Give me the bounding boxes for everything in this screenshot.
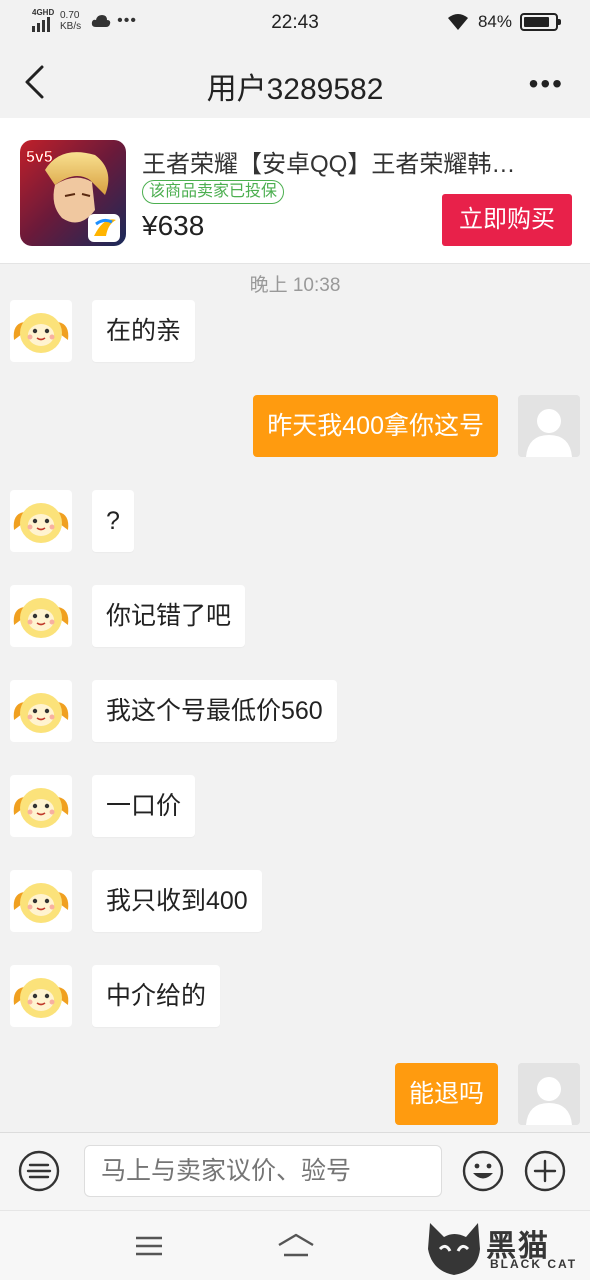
chat-timestamp: 晚上 10:38 [249,275,341,296]
message-row: 一口价 [0,775,590,839]
watermark-subtext: BLACK CAT [490,1257,578,1271]
message-row: 在的亲 [0,300,590,364]
product-card[interactable]: 5v5 王者荣耀【安卓QQ】王者荣耀韩… 该商品卖家已投保 ¥638 立即购买 [0,118,590,264]
message-row: ? [0,490,590,554]
seller-avatar[interactable] [10,585,72,647]
nav-bar: 用户3289582 ••• [0,46,590,118]
message-bubble[interactable]: 在的亲 [92,300,196,362]
seller-avatar[interactable] [10,965,72,1027]
message-bubble[interactable]: 我这个号最低价560 [92,680,337,742]
message-input[interactable] [84,1145,442,1197]
page-title: 用户3289582 [206,73,384,106]
black-cat-logo-icon [428,1223,480,1275]
system-nav-bar: 黑猫 BLACK CAT [0,1210,590,1280]
message-row: 中介给的 [0,965,590,1029]
battery-icon [520,13,561,31]
message-bubble[interactable]: 能退吗 [394,1063,498,1125]
message-bubble[interactable]: 中介给的 [92,965,221,1027]
emoji-icon[interactable] [462,1150,504,1192]
add-icon[interactable] [524,1150,566,1192]
menu-icon[interactable] [132,1231,166,1261]
product-thumbnail[interactable]: 5v5 [20,140,126,246]
game-cover-image: 5v5 [20,140,126,246]
cartoon-face-icon [10,490,72,552]
message-bubble[interactable]: 一口价 [92,775,196,837]
message-row: 你记错了吧 [0,585,590,649]
input-bar [0,1132,590,1210]
message-row: 我这个号最低价560 [0,680,590,744]
more-options-icon[interactable]: ••• [529,68,564,100]
default-user-icon [518,1063,580,1125]
cartoon-face-icon [10,300,72,362]
default-user-icon [518,395,580,457]
cartoon-face-icon [10,680,72,742]
buy-now-button[interactable]: 立即购买 [442,194,572,246]
message-bubble[interactable]: ? [92,490,134,552]
battery-percent: 84% [477,12,512,31]
message-row: 我只收到400 [0,870,590,934]
message-bubble[interactable]: 我只收到400 [92,870,262,932]
insured-badge: 该商品卖家已投保 [142,180,285,204]
seller-avatar[interactable] [10,680,72,742]
battery-fill [524,17,550,27]
chat-area[interactable]: 晚上 10:38 在的亲 昨天我400拿你这号 ? 你记错了吧 我这个号最低价5… [0,264,590,1132]
product-price: ¥638 [142,210,205,241]
black-cat-watermark: 黑猫 BLACK CAT [424,1219,584,1277]
cartoon-face-icon [10,775,72,837]
svg-text:5v5: 5v5 [26,149,53,166]
cartoon-face-icon [10,965,72,1027]
message-row: 能退吗 [0,1063,590,1127]
quick-reply-icon[interactable] [18,1150,60,1192]
seller-avatar[interactable] [10,775,72,837]
user-avatar[interactable] [518,1063,580,1125]
seller-avatar[interactable] [10,490,72,552]
user-avatar[interactable] [518,395,580,457]
message-bubble[interactable]: 昨天我400拿你这号 [253,395,498,457]
message-row: 昨天我400拿你这号 [0,395,590,459]
seller-avatar[interactable] [10,870,72,932]
message-bubble[interactable]: 你记错了吧 [92,585,246,647]
status-bar: 4GHD 0.70 KB/s ••• 22:43 84% [0,0,590,46]
product-title[interactable]: 王者荣耀【安卓QQ】王者荣耀韩… [142,144,562,179]
cartoon-face-icon [10,585,72,647]
cartoon-face-icon [10,870,72,932]
wifi-icon [447,14,468,30]
seller-avatar[interactable] [10,300,72,362]
home-icon[interactable] [276,1231,316,1261]
